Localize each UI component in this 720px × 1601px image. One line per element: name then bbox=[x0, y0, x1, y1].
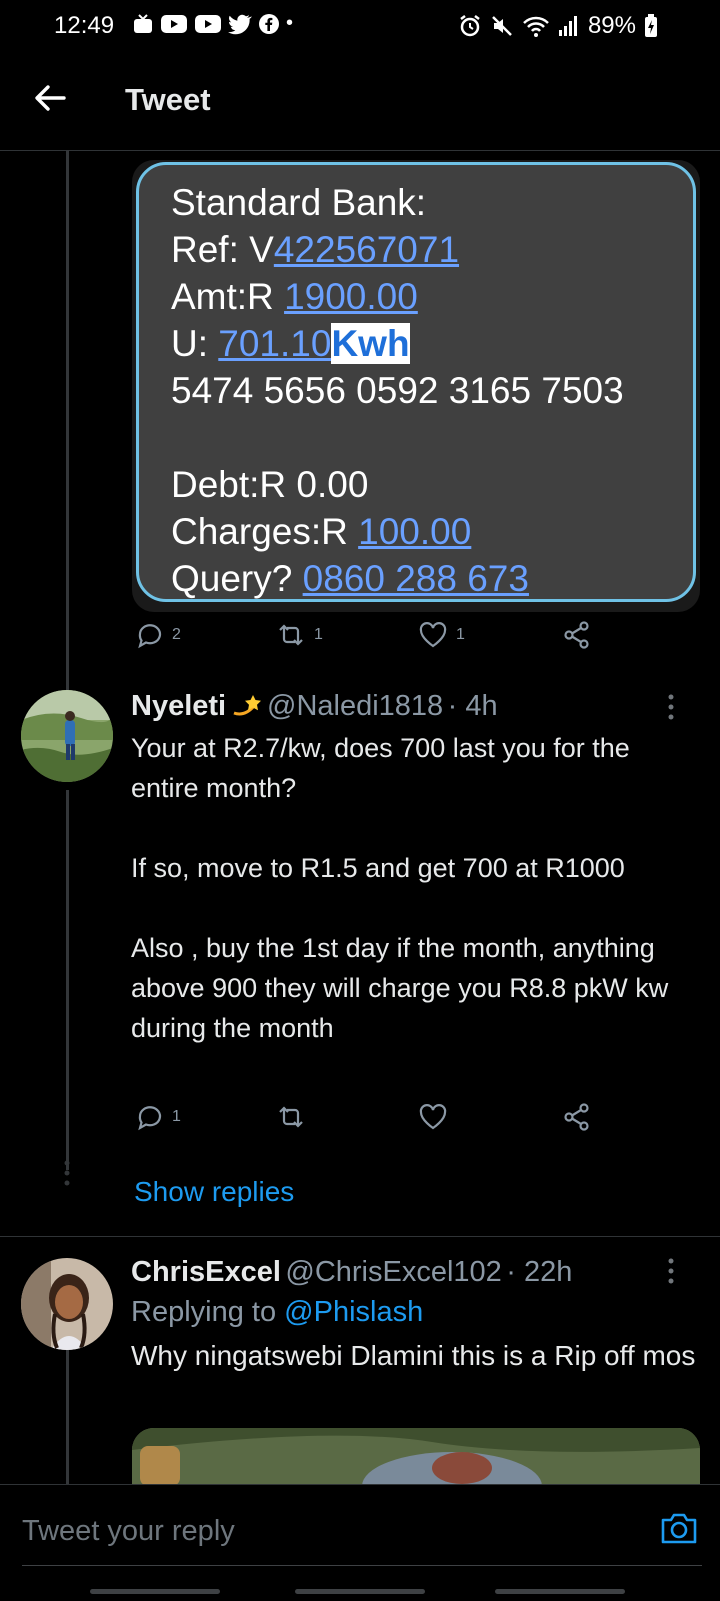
youtube-icon bbox=[161, 14, 187, 33]
replying-to-handle[interactable]: @Phislash bbox=[284, 1296, 423, 1328]
more-notifications-dot: • bbox=[286, 12, 294, 34]
status-time: 12:49 bbox=[54, 12, 115, 39]
replying-to: Replying to @Phislash bbox=[131, 1296, 423, 1329]
twitter-icon bbox=[228, 14, 252, 34]
wifi-icon bbox=[523, 16, 549, 37]
sms-link: 701.10 bbox=[218, 323, 332, 364]
nav-gesture-bar bbox=[495, 1589, 625, 1594]
more-options-icon[interactable] bbox=[667, 694, 675, 720]
share-icon bbox=[564, 621, 589, 649]
sms-line: Charges:R 100.00 bbox=[171, 511, 472, 552]
reply-count: 1 bbox=[172, 1108, 181, 1125]
sms-line: Amt:R 1900.00 bbox=[171, 276, 418, 317]
tweet-image[interactable]: Standard Bank: Ref: V422567071 Amt:R 190… bbox=[132, 160, 700, 612]
sms-line: U: 701.10Kwh bbox=[171, 323, 410, 364]
notification-icons: • bbox=[132, 12, 293, 35]
reply-input[interactable]: Tweet your reply bbox=[22, 1515, 235, 1548]
tweet-header: Nyeleti @Naledi1818 · 4h bbox=[131, 690, 498, 723]
sms-line: Query? 0860 288 673 bbox=[171, 558, 529, 599]
sms-link: 0860 288 673 bbox=[302, 558, 529, 599]
reply-composer: Tweet your reply bbox=[0, 1484, 720, 1601]
reply-icon bbox=[138, 624, 162, 649]
reply-button[interactable]: 1 bbox=[134, 1102, 181, 1132]
nav-gesture-bar bbox=[90, 1589, 220, 1594]
alarm-icon bbox=[460, 15, 480, 37]
replying-to-label: Replying to bbox=[131, 1296, 285, 1328]
retweet-icon bbox=[279, 1106, 303, 1128]
battery-level: 89% bbox=[587, 12, 636, 39]
share-button[interactable] bbox=[562, 620, 592, 650]
heart-icon bbox=[419, 1104, 447, 1130]
tweet-image[interactable] bbox=[132, 1428, 700, 1486]
display-name[interactable]: ChrisExcel bbox=[131, 1256, 281, 1288]
user-handle[interactable]: @Naledi1818 bbox=[267, 690, 443, 722]
sms-line: Standard Bank: bbox=[171, 182, 427, 223]
top-app-bar: Tweet bbox=[0, 60, 720, 151]
sms-selected-text: Kwh bbox=[331, 323, 410, 364]
sms-line: Ref: V422567071 bbox=[171, 229, 460, 270]
retweet-button[interactable] bbox=[276, 1102, 306, 1132]
sms-link: 422567071 bbox=[273, 229, 460, 270]
show-replies-link[interactable]: Show replies bbox=[134, 1176, 294, 1208]
retweet-icon bbox=[279, 624, 303, 646]
retweet-button[interactable]: 1 bbox=[276, 620, 323, 650]
tweet-text: Why ningatswebi Dlamini this is a Rip of… bbox=[131, 1340, 696, 1371]
battery-charging-icon bbox=[645, 14, 657, 37]
share-button[interactable] bbox=[562, 1102, 592, 1132]
camera-icon[interactable] bbox=[660, 1511, 698, 1545]
facebook-icon bbox=[259, 13, 279, 34]
share-icon bbox=[564, 1103, 589, 1131]
divider bbox=[0, 1236, 720, 1237]
heart-icon bbox=[419, 622, 447, 648]
thread-gap-dots bbox=[64, 1160, 70, 1186]
thread-connector-line bbox=[66, 150, 69, 690]
thread-connector-line bbox=[66, 790, 69, 1170]
signal-icon bbox=[558, 16, 577, 36]
avatar[interactable] bbox=[21, 690, 113, 782]
app-notification-icon bbox=[134, 13, 152, 33]
sms-screenshot: Standard Bank: Ref: V422567071 Amt:R 190… bbox=[136, 162, 696, 602]
tweet-timestamp: · 4h bbox=[447, 690, 498, 722]
reply-icon bbox=[138, 1106, 162, 1131]
system-icons: 89% bbox=[458, 12, 658, 40]
reply-button[interactable]: 2 bbox=[134, 620, 181, 650]
tweet-paragraph: Your at R2.7/kw, does 700 last you for t… bbox=[131, 733, 630, 803]
sms-line: Debt:R 0.00 bbox=[171, 464, 369, 505]
tweet-text: Your at R2.7/kw, does 700 last you for t… bbox=[131, 728, 691, 1048]
sms-line bbox=[171, 414, 693, 461]
sms-link: 1900.00 bbox=[284, 276, 418, 317]
page-title: Tweet bbox=[125, 82, 211, 117]
nav-gesture-bar bbox=[295, 1589, 425, 1594]
reply-count: 2 bbox=[172, 626, 181, 643]
sms-line: 5474 5656 0592 3165 7503 bbox=[171, 370, 624, 411]
like-button[interactable] bbox=[418, 1102, 448, 1132]
tweet-timestamp: · 22h bbox=[506, 1256, 573, 1288]
avatar[interactable] bbox=[21, 1258, 113, 1350]
tweet-paragraph: If so, move to R1.5 and get 700 at R1000 bbox=[131, 853, 625, 883]
shooting-star-emoji-icon bbox=[233, 695, 261, 716]
status-bar: 12:49 • 89% bbox=[0, 0, 720, 52]
tweet-paragraph: Also , buy the 1st day if the month, any… bbox=[131, 933, 669, 1043]
input-underline bbox=[22, 1565, 702, 1566]
sms-link: 100.00 bbox=[358, 511, 472, 552]
like-count: 1 bbox=[456, 626, 465, 643]
back-arrow-icon[interactable] bbox=[30, 78, 70, 118]
youtube-icon bbox=[195, 14, 221, 33]
tweet-header: ChrisExcel @ChrisExcel102 · 22h bbox=[131, 1256, 572, 1289]
like-button[interactable]: 1 bbox=[418, 620, 465, 650]
more-options-icon[interactable] bbox=[667, 1258, 675, 1284]
user-handle[interactable]: @ChrisExcel102 bbox=[285, 1256, 501, 1288]
retweet-count: 1 bbox=[314, 626, 323, 643]
display-name[interactable]: Nyeleti bbox=[131, 690, 226, 722]
mute-icon bbox=[492, 16, 512, 36]
thread-connector-line bbox=[66, 1330, 69, 1484]
